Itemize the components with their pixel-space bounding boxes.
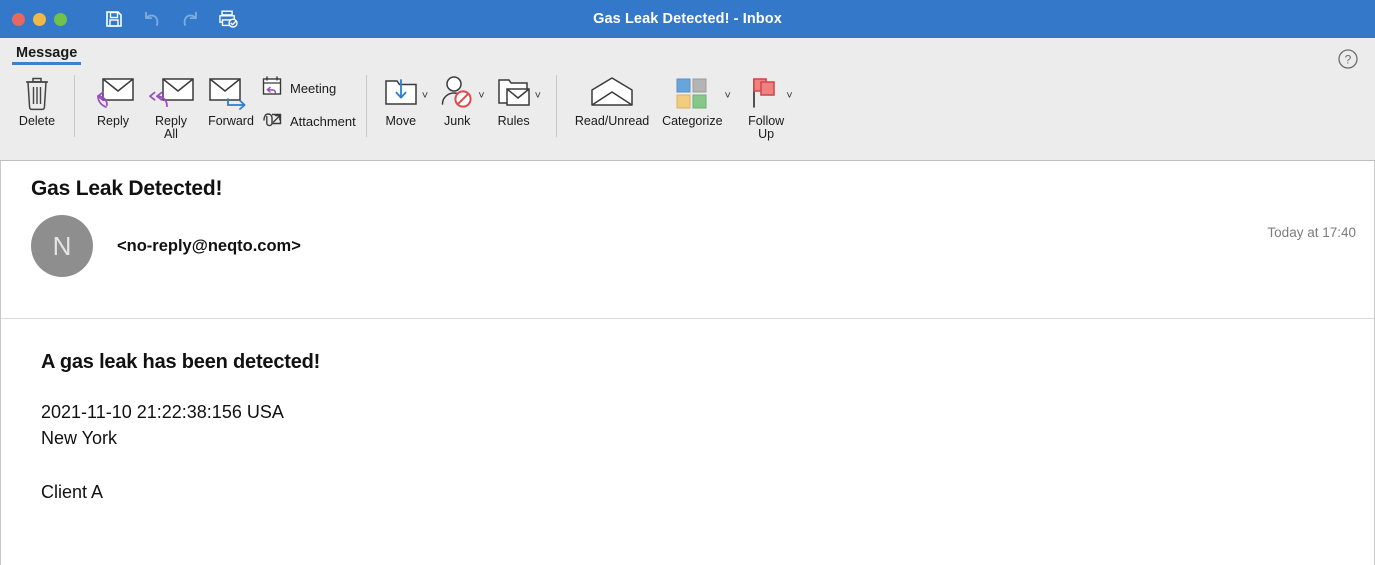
ribbon-group-respond: Reply Reply All Forward Meeting Attachme… bbox=[75, 69, 366, 157]
junk-label: Junk bbox=[444, 114, 471, 128]
outlook-message-window: Gas Leak Detected! - Inbox Message ? Del… bbox=[0, 0, 1375, 565]
ribbon-group-tags: Read/Unread Categorize ˅ Follow Up ˅ bbox=[557, 69, 808, 157]
follow-up-chevron-down-icon[interactable]: ˅ bbox=[786, 91, 792, 102]
categorize-squares-icon bbox=[674, 73, 710, 113]
flag-icon bbox=[748, 73, 784, 113]
zoom-window-button[interactable] bbox=[54, 12, 67, 26]
message-header: Gas Leak Detected! N <no-reply@neqto.com… bbox=[1, 161, 1374, 319]
print-check-icon[interactable] bbox=[217, 8, 239, 30]
svg-text:?: ? bbox=[1345, 53, 1352, 67]
move-chevron-down-icon[interactable]: ˅ bbox=[422, 91, 428, 102]
window-title-subject: Gas Leak Detected! bbox=[593, 11, 730, 27]
attachment-button[interactable]: Attachment bbox=[261, 108, 356, 135]
rules-label: Rules bbox=[497, 114, 530, 128]
close-window-button[interactable] bbox=[12, 12, 25, 26]
ribbon-group-delete: Delete bbox=[0, 69, 74, 157]
ribbon-body: Delete Reply Reply All Forward Meeting A… bbox=[0, 65, 1375, 160]
move-folder-icon bbox=[382, 73, 420, 113]
follow-up-label: Follow Up bbox=[748, 114, 785, 141]
body-heading: A gas leak has been detected! bbox=[41, 351, 321, 373]
undo-icon[interactable] bbox=[141, 8, 163, 30]
meeting-label: Meeting bbox=[290, 81, 337, 96]
avatar: N bbox=[31, 215, 93, 277]
message-body: A gas leak has been detected! 2021-11-10… bbox=[1, 319, 1374, 505]
categorize-label: Categorize bbox=[662, 114, 723, 128]
body-line-client: Client A bbox=[41, 482, 104, 502]
save-icon[interactable] bbox=[103, 8, 125, 30]
help-circle-icon[interactable]: ? bbox=[1337, 48, 1359, 70]
ribbon: Message ? Delete Reply Reply All Forward… bbox=[0, 38, 1375, 161]
tab-message-label: Message bbox=[16, 45, 78, 61]
read-unread-label: Read/Unread bbox=[574, 114, 650, 128]
categorize-button[interactable]: Categorize ˅ bbox=[657, 69, 743, 128]
ribbon-tab-strip: Message ? bbox=[0, 38, 1375, 69]
message-subject: Gas Leak Detected! bbox=[31, 177, 223, 200]
traffic-light-controls bbox=[0, 12, 67, 26]
attachment-label: Attachment bbox=[290, 114, 356, 129]
respond-small-buttons: Meeting Attachment bbox=[261, 69, 356, 135]
delete-button[interactable]: Delete bbox=[10, 69, 64, 128]
forward-button[interactable]: Forward bbox=[201, 69, 261, 128]
move-label: Move bbox=[385, 114, 417, 128]
junk-button[interactable]: Junk ˅ bbox=[433, 69, 489, 128]
read-unread-button[interactable]: Read/Unread bbox=[567, 69, 657, 128]
ribbon-group-manage: Move ˅ Junk ˅ Rules ˅ bbox=[367, 69, 556, 157]
window-title-separator: - bbox=[729, 11, 743, 27]
junk-chevron-down-icon[interactable]: ˅ bbox=[478, 91, 484, 102]
forward-icon bbox=[206, 73, 256, 113]
body-line-datetime: 2021-11-10 21:22:38:156 USA bbox=[41, 402, 284, 422]
reply-all-button[interactable]: Reply All bbox=[141, 69, 201, 141]
attachment-icon bbox=[261, 108, 283, 135]
categorize-chevron-down-icon[interactable]: ˅ bbox=[725, 91, 731, 102]
meeting-icon bbox=[261, 75, 283, 102]
title-bar: Gas Leak Detected! - Inbox bbox=[0, 0, 1375, 38]
sender-address[interactable]: <no-reply@neqto.com> bbox=[117, 237, 301, 256]
message-timestamp: Today at 17:40 bbox=[1267, 225, 1356, 240]
open-envelope-icon bbox=[588, 73, 636, 113]
rules-button[interactable]: Rules ˅ bbox=[490, 69, 546, 128]
forward-label: Forward bbox=[208, 114, 254, 128]
quick-access-toolbar bbox=[103, 8, 239, 30]
tab-message[interactable]: Message bbox=[12, 45, 82, 65]
rules-folder-icon bbox=[495, 73, 533, 113]
follow-up-button[interactable]: Follow Up ˅ bbox=[743, 69, 798, 141]
meeting-button[interactable]: Meeting bbox=[261, 75, 356, 102]
redo-icon[interactable] bbox=[179, 8, 201, 30]
reply-label: Reply bbox=[97, 114, 129, 128]
delete-label: Delete bbox=[18, 114, 56, 128]
window-title-folder: Inbox bbox=[742, 11, 782, 27]
reply-all-icon bbox=[146, 73, 196, 113]
reply-all-label: Reply All bbox=[155, 114, 187, 141]
body-line-location: New York bbox=[41, 428, 118, 448]
trash-icon bbox=[22, 73, 52, 113]
rules-chevron-down-icon[interactable]: ˅ bbox=[535, 91, 541, 102]
junk-person-icon bbox=[438, 73, 476, 113]
reply-button[interactable]: Reply bbox=[85, 69, 141, 128]
sender-row: N <no-reply@neqto.com> bbox=[31, 215, 1356, 277]
minimize-window-button[interactable] bbox=[33, 12, 46, 26]
move-button[interactable]: Move ˅ bbox=[377, 69, 433, 128]
reply-icon bbox=[90, 73, 136, 113]
message-pane: Gas Leak Detected! N <no-reply@neqto.com… bbox=[0, 161, 1375, 565]
